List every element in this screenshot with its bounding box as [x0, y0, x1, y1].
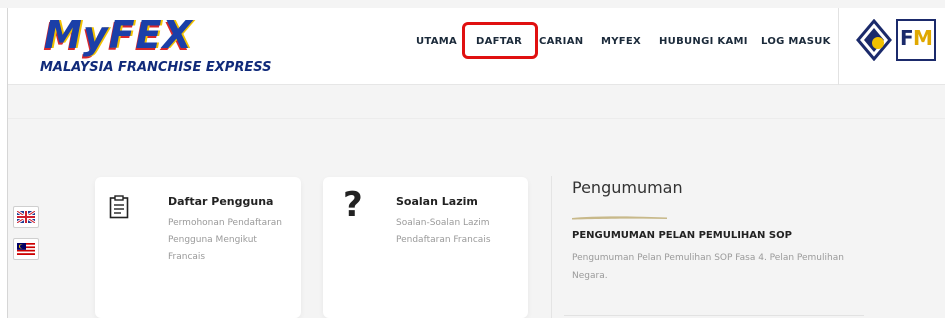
- nav-log-masuk[interactable]: LOG MASUK: [761, 36, 831, 47]
- svg-text:M: M: [913, 26, 933, 50]
- card-description: Soalan-Soalan Lazim Pendaftaran Francais: [396, 218, 491, 245]
- nav-carian[interactable]: CARIAN: [539, 36, 583, 47]
- question-mark-icon: ?: [343, 185, 363, 225]
- announcement-divider: [551, 176, 552, 318]
- announcement-item-title[interactable]: PENGUMUMAN PELAN PEMULIHAN SOP: [572, 230, 792, 241]
- nav-daftar[interactable]: DAFTAR: [476, 36, 522, 47]
- heading-brush-underline: [572, 205, 667, 220]
- register-form-icon: [109, 195, 129, 223]
- header-divider: [838, 8, 839, 85]
- nav-hubungi-kami[interactable]: HUBUNGI KAMI: [659, 36, 748, 47]
- announcement-heading: Pengumuman: [572, 178, 683, 197]
- nav-myfex[interactable]: MYFEX: [601, 36, 641, 47]
- logo-wordmark: MyFEX: [44, 13, 193, 57]
- franchise-malaysia-logo: F M: [896, 19, 936, 61]
- site-header: MyFEX MALAYSIA FRANCHISE EXPRESS UTAMA D…: [8, 8, 945, 85]
- content-top-rule: [8, 118, 945, 119]
- logo-tagline: MALAYSIA FRANCHISE EXPRESS: [40, 60, 272, 75]
- kpdnhep-logo: [856, 18, 892, 62]
- myfex-logo[interactable]: MyFEX MALAYSIA FRANCHISE EXPRESS: [38, 12, 278, 82]
- uk-flag-icon[interactable]: [13, 206, 39, 228]
- card-title: Soalan Lazim: [396, 195, 478, 208]
- announcement-bottom-rule: [564, 315, 864, 316]
- daftar-pengguna-card[interactable]: Daftar Pengguna Permohonan Pendaftaran P…: [95, 177, 301, 318]
- announcement-item-description: Pengumuman Pelan Pemulihan SOP Fasa 4. P…: [572, 253, 844, 281]
- svg-text:F: F: [900, 26, 914, 50]
- soalan-lazim-card[interactable]: ? Soalan Lazim Soalan-Soalan Lazim Penda…: [323, 177, 528, 318]
- nav-utama[interactable]: UTAMA: [416, 36, 457, 47]
- card-title: Daftar Pengguna: [168, 195, 274, 208]
- card-description: Permohonan Pendaftaran Pengguna Mengikut…: [168, 218, 283, 262]
- left-edge-rule: [0, 8, 8, 318]
- malaysia-flag-icon[interactable]: [13, 238, 39, 260]
